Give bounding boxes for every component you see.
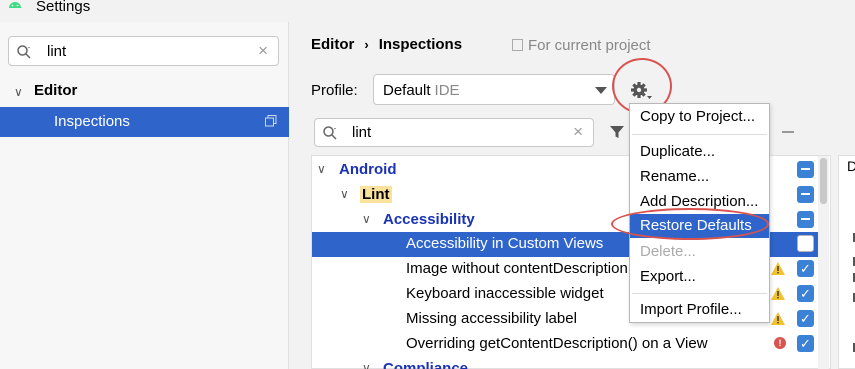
warning-icon [771,287,785,300]
settings-sidebar: lint × ∨ Editor Inspections [0,22,289,369]
tree-checkbox[interactable] [797,186,814,203]
tree-checkbox[interactable]: ✓ [797,285,814,302]
copy-icon [265,115,277,127]
dropdown-arrow-icon[interactable] [595,87,607,94]
filter-icon[interactable] [609,124,625,140]
inspections-search-input[interactable]: lint × [314,118,594,147]
clear-icon[interactable]: × [573,122,583,142]
tree-row-label: Accessibility [383,211,475,228]
scrollbar-thumb[interactable] [820,158,827,204]
profile-scope: IDE [434,82,460,99]
tree-row-label: Compliance [383,360,469,369]
tree-row-label: Missing accessibility label [406,310,577,327]
chevron-down-icon[interactable]: ∨ [362,361,371,369]
tree-checkbox[interactable] [797,161,814,178]
description-header: D [847,158,855,174]
sidebar-item-label: Inspections [54,113,130,130]
chevron-down-icon[interactable]: ∨ [362,212,371,226]
for-current-project: For current project [512,37,651,54]
for-project-label: For current project [528,37,651,54]
tree-checkbox[interactable] [797,211,814,228]
chevron-down-icon[interactable]: ∨ [14,85,23,99]
settings-search-input[interactable]: lint × [8,36,279,66]
menu-item-label: Import Profile... [640,301,742,318]
settings-search-value: lint [47,43,67,60]
menu-item-duplicate[interactable]: Duplicate... [630,140,769,164]
chevron-down-icon[interactable]: ∨ [340,187,349,201]
window-title: Settings [36,0,91,15]
menu-item-rename[interactable]: Rename... [630,165,769,189]
warning-icon [771,262,785,275]
tree-row-label: Accessibility in Custom Views [406,235,604,252]
sidebar-item-inspections[interactable]: Inspections [0,107,289,137]
menu-item-label: Export... [640,268,696,285]
title-bar: Settings [0,0,855,22]
tree-row-label: Overriding getContentDescription() on a … [406,335,708,352]
tree-row-overriding-get-content-description[interactable]: Overriding getContentDescription() on a … [312,332,819,357]
tree-scrollbar[interactable] [818,156,829,369]
error-icon: ! [774,337,786,349]
tree-checkbox[interactable]: ✓ [797,335,814,352]
breadcrumb-current: Inspections [378,36,463,53]
restore-defaults-annotation-circle [611,208,769,240]
clear-icon[interactable]: × [258,41,268,61]
menu-item-label: Rename... [640,168,710,185]
project-icon [512,39,523,51]
breadcrumb: Editor › Inspections [311,36,462,53]
profile-value: Default IDE [383,82,460,99]
tree-row-compliance[interactable]: ∨ Compliance [312,357,819,369]
menu-item-delete: Delete... [630,240,769,264]
menu-separator [632,293,767,294]
tree-checkbox[interactable]: ✓ [797,260,814,277]
inspections-search-value: lint [352,124,372,141]
android-icon [9,2,21,8]
menu-item-export[interactable]: Export... [630,265,769,289]
menu-item-label: Delete... [640,243,696,260]
profile-name: Default [383,82,431,99]
search-icon [17,45,31,59]
menu-item-label: Copy to Project... [640,108,756,125]
profile-label: Profile: [311,82,358,99]
sidebar-item-editor[interactable]: ∨ Editor [0,80,289,104]
warning-icon [771,312,785,325]
profile-select[interactable]: Default IDE [373,74,615,105]
chevron-down-icon[interactable]: ∨ [317,162,326,176]
tree-row-label: Keyboard inaccessible widget [406,285,604,302]
description-panel: D [838,155,855,369]
tree-row-label: Image without contentDescription [406,260,628,277]
search-icon [323,126,337,140]
tree-row-label: Android [339,161,397,178]
menu-item-import-profile[interactable]: Import Profile... [630,298,769,322]
tree-row-label: Lint [360,186,392,203]
lint-label: Lint [360,186,392,203]
tree-checkbox[interactable] [797,235,814,252]
menu-item-label: Duplicate... [640,143,716,160]
tree-checkbox[interactable]: ✓ [797,310,814,327]
menu-separator [632,134,767,135]
breadcrumb-parent[interactable]: Editor [311,36,354,53]
collapse-all-button[interactable] [782,131,794,133]
breadcrumb-separator: › [364,37,369,52]
sidebar-item-label: Editor [34,82,78,99]
menu-item-copy-to-project[interactable]: Copy to Project... [630,105,769,129]
